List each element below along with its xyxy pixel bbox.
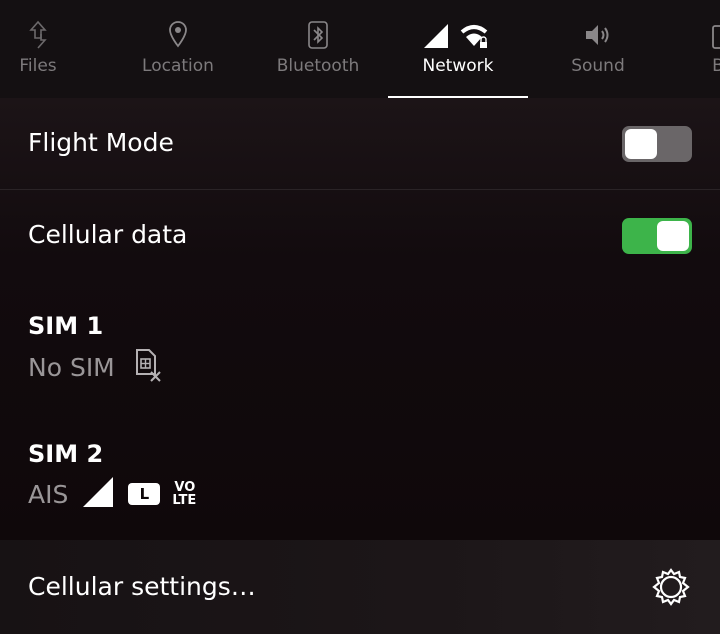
tab-bluetooth[interactable]: Bluetooth <box>248 0 388 98</box>
sim-missing-icon <box>129 348 163 386</box>
flight-mode-row: Flight Mode <box>0 98 720 190</box>
files-icon <box>0 18 108 52</box>
gear-icon <box>652 568 690 610</box>
indicator-tab-bar: Files Location Bluetooth Network Sound B <box>0 0 720 98</box>
lte-network-badge: L <box>128 483 161 505</box>
switch-knob <box>657 221 689 251</box>
speaker-icon <box>528 18 668 52</box>
tab-label: Network <box>422 56 494 76</box>
network-signal-wifi-icon <box>388 18 528 52</box>
battery-icon <box>648 18 720 52</box>
tab-label: Files <box>19 56 57 76</box>
location-pin-icon <box>108 18 248 52</box>
sim1-title: SIM 1 <box>28 312 104 340</box>
network-panel: Flight Mode Cellular data SIM 1 No SIM S… <box>0 98 720 634</box>
cellular-settings-row[interactable]: Cellular settings… <box>0 540 720 634</box>
sim2-title: SIM 2 <box>28 440 104 468</box>
signal-strength-icon <box>82 476 114 512</box>
volte-icon: VO LTE <box>172 481 196 507</box>
tab-label: Location <box>142 56 214 76</box>
volte-bottom: LTE <box>172 493 197 508</box>
tab-files[interactable]: Files <box>0 0 108 98</box>
tab-label: B <box>712 56 720 76</box>
tab-battery[interactable]: B <box>648 0 720 98</box>
cellular-data-switch[interactable] <box>622 218 692 254</box>
bluetooth-icon <box>248 18 388 52</box>
tab-location[interactable]: Location <box>108 0 248 98</box>
flight-mode-switch[interactable] <box>622 126 692 162</box>
cellular-settings-label: Cellular settings… <box>28 572 256 601</box>
sim1-status: No SIM <box>28 352 115 382</box>
sim1-item[interactable]: SIM 1 No SIM <box>28 312 163 386</box>
network-badge-label: L <box>139 485 150 503</box>
tab-label: Bluetooth <box>276 56 360 76</box>
tab-label: Sound <box>571 56 625 76</box>
cellular-data-label: Cellular data <box>28 220 188 249</box>
cellular-data-row: Cellular data <box>0 190 720 282</box>
sim2-carrier: AIS <box>28 479 69 509</box>
sim2-item[interactable]: SIM 2 AIS L VO LTE <box>28 440 196 512</box>
flight-mode-label: Flight Mode <box>28 128 174 157</box>
switch-knob <box>625 129 657 159</box>
tab-sound[interactable]: Sound <box>528 0 668 98</box>
tab-network[interactable]: Network <box>388 0 528 98</box>
